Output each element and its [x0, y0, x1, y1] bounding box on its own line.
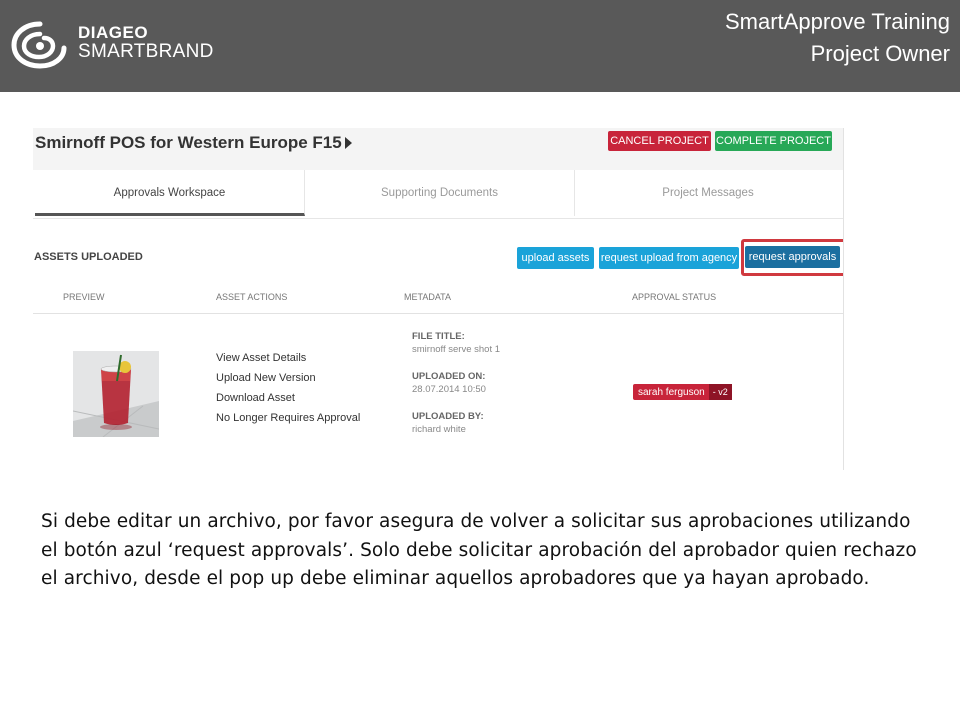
view-asset-details-link[interactable]: View Asset Details — [216, 348, 360, 368]
approval-status-badge[interactable]: sarah ferguson - v2 — [633, 384, 732, 400]
drink-image-icon — [73, 351, 159, 437]
logo-brand-text: DIAGEO — [78, 23, 149, 42]
table-divider — [33, 313, 843, 314]
expand-arrow-icon[interactable] — [345, 137, 352, 149]
diageo-logo: DIAGEO SMARTBRAND — [10, 18, 220, 70]
complete-project-button[interactable]: COMPLETE PROJECT — [715, 131, 832, 151]
cancel-project-button[interactable]: CANCEL PROJECT — [608, 131, 711, 151]
slide-header: DIAGEO SMARTBRAND SmartApprove Training … — [0, 0, 960, 92]
uploaded-by-label: UPLOADED BY: — [412, 411, 484, 422]
uploaded-by-value: richard white — [412, 424, 466, 435]
asset-metadata: FILE TITLE: smirnoff serve shot 1 UPLOAD… — [412, 331, 500, 451]
logo-sub-text: SMARTBRAND — [78, 41, 214, 62]
upload-assets-button[interactable]: upload assets — [517, 247, 594, 269]
uploaded-on-label: UPLOADED ON: — [412, 371, 486, 382]
download-asset-link[interactable]: Download Asset — [216, 388, 360, 408]
version-tag: - v2 — [708, 384, 732, 400]
swirl-logo-icon — [11, 21, 67, 69]
column-header-metadata: METADATA — [404, 292, 451, 302]
column-header-asset-actions: ASSET ACTIONS — [216, 292, 288, 302]
project-header: Smirnoff POS for Western Europe F15 CANC… — [33, 128, 843, 170]
asset-preview-thumbnail[interactable] — [73, 351, 159, 437]
upload-new-version-link[interactable]: Upload New Version — [216, 368, 360, 388]
request-upload-from-agency-button[interactable]: request upload from agency — [599, 247, 739, 269]
uploaded-on-value: 28.07.2014 10:50 — [412, 384, 486, 395]
approver-name: sarah ferguson — [638, 387, 705, 398]
tab-bar: Approvals Workspace Supporting Documents… — [33, 170, 843, 219]
assets-uploaded-heading: ASSETS UPLOADED — [34, 251, 143, 263]
app-screenshot: Smirnoff POS for Western Europe F15 CANC… — [33, 128, 844, 470]
file-title-label: FILE TITLE: — [412, 331, 465, 342]
request-approvals-button[interactable]: request approvals — [745, 246, 840, 268]
tab-project-messages[interactable]: Project Messages — [575, 170, 841, 216]
tab-supporting-documents[interactable]: Supporting Documents — [305, 170, 575, 216]
asset-actions-list: View Asset Details Upload New Version Do… — [216, 348, 360, 428]
tab-approvals-workspace[interactable]: Approvals Workspace — [35, 170, 305, 216]
project-title: Smirnoff POS for Western Europe F15 — [35, 133, 342, 152]
column-header-approval-status: APPROVAL STATUS — [632, 292, 717, 302]
instruction-text: Si debe editar un archivo, por favor ase… — [41, 511, 917, 589]
slide-title: SmartApprove Training Project Owner — [725, 6, 950, 70]
slide-title-line1: SmartApprove Training — [725, 9, 950, 34]
file-title-value: smirnoff serve shot 1 — [412, 344, 501, 355]
slide-title-line2: Project Owner — [810, 41, 950, 66]
column-header-preview: PREVIEW — [63, 292, 105, 302]
no-longer-requires-approval-link[interactable]: No Longer Requires Approval — [216, 408, 360, 428]
